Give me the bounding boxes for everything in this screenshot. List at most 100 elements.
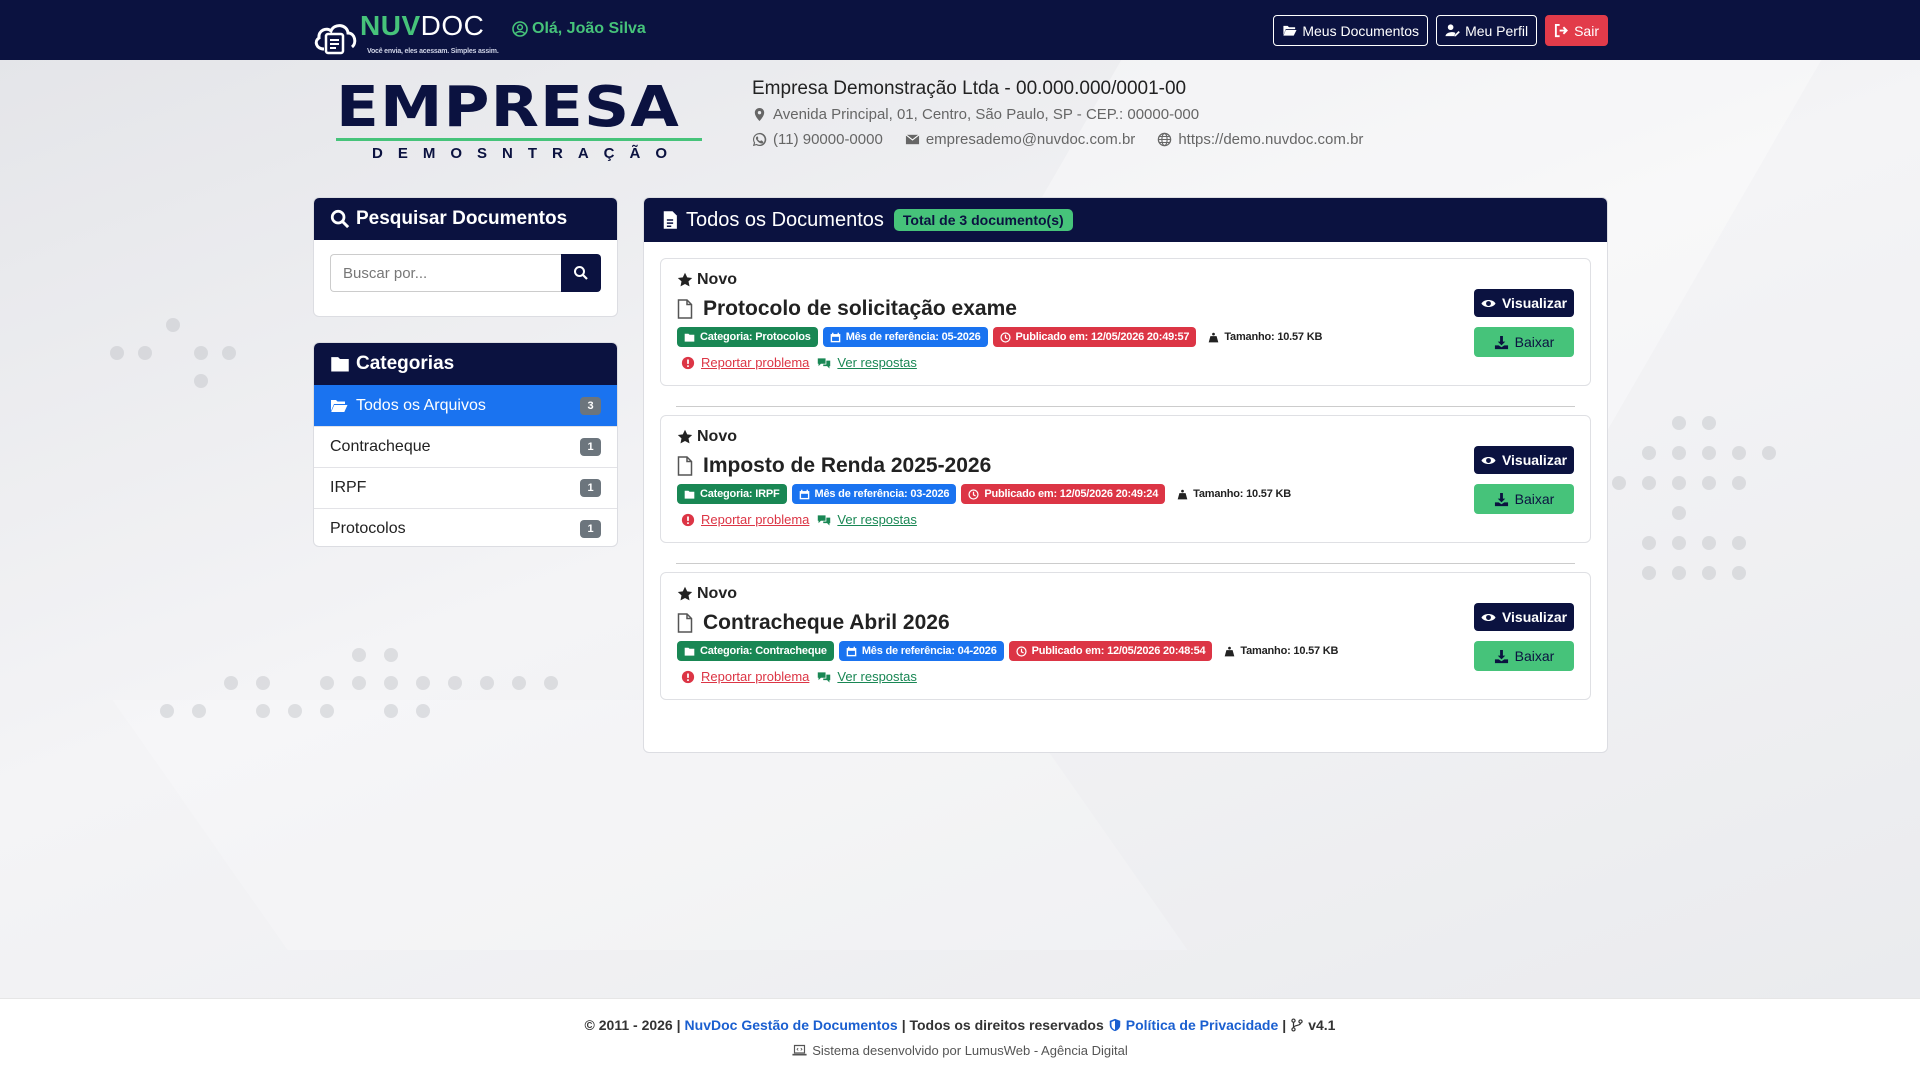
published-date-text: Publicado em: 12/05/2026 20:49:24 — [984, 488, 1159, 500]
download-icon — [1494, 335, 1508, 349]
report-problem-link[interactable]: Reportar problema — [681, 355, 809, 370]
dot-pattern-left — [110, 318, 236, 388]
report-problem-text: Reportar problema — [701, 512, 810, 527]
category-tag: Categoria: IRPF — [677, 484, 787, 504]
search-panel-title: Pesquisar Documentos — [356, 208, 568, 229]
category-item-irpf[interactable]: IRPF 1 — [314, 467, 617, 508]
user-edit-icon — [1445, 24, 1460, 37]
document-links: Reportar problema Ver respostas — [681, 355, 917, 370]
view-responses-link[interactable]: Ver respostas — [817, 669, 917, 684]
download-button-label: Baixar — [1514, 648, 1555, 664]
company-email[interactable]: empresademo@nuvdoc.com.br — [926, 131, 1136, 148]
search-button[interactable] — [561, 254, 601, 292]
exclamation-circle-icon — [681, 356, 695, 369]
comments-icon — [818, 671, 831, 682]
published-date-tag: Publicado em: 12/05/2026 20:48:54 — [1008, 641, 1213, 661]
code-branch-icon — [1291, 1018, 1303, 1032]
download-button-label: Baixar — [1514, 491, 1555, 507]
download-button[interactable]: Baixar — [1474, 327, 1574, 357]
file-size-text: Tamanho: 10.57 KB — [1240, 645, 1339, 657]
category-count: 1 — [580, 438, 601, 456]
document-card: Novo Contracheque Abril 2026 Categoria: … — [660, 572, 1591, 700]
file-size-text: Tamanho: 10.57 KB — [1224, 331, 1323, 343]
folder-open-icon — [331, 399, 348, 412]
report-problem-text: Reportar problema — [701, 355, 810, 370]
footer-copyright: © 2011 - 2026 | — [584, 1017, 681, 1033]
weight-icon — [1209, 332, 1219, 342]
folder-icon — [684, 333, 695, 342]
category-item-contracheque[interactable]: Contracheque 1 — [314, 426, 617, 467]
file-size-tag: Tamanho: 10.57 KB — [1170, 484, 1298, 504]
company-name: Empresa Demonstração Ltda - 00.000.000/0… — [752, 78, 1187, 99]
view-responses-link[interactable]: Ver respostas — [817, 355, 917, 370]
document-tags: Categoria: IRPF Mês de referência: 03-20… — [677, 484, 1298, 504]
my-profile-button[interactable]: Meu Perfil — [1436, 15, 1538, 46]
view-button[interactable]: Visualizar — [1474, 603, 1574, 631]
company-logo-main: EMPRESA — [336, 75, 680, 140]
view-button-label: Visualizar — [1501, 295, 1568, 311]
footer-developer[interactable]: Sistema desenvolvido por LumusWeb - Agên… — [812, 1043, 1128, 1058]
footer-product-link[interactable]: NuvDoc Gestão de Documentos — [685, 1017, 898, 1033]
report-problem-link[interactable]: Reportar problema — [681, 669, 809, 684]
star-icon — [677, 586, 693, 601]
category-count: 3 — [580, 396, 601, 415]
file-icon — [677, 613, 693, 633]
my-documents-button[interactable]: Meus Documentos — [1273, 15, 1429, 46]
clock-icon — [1016, 645, 1027, 657]
company-logo-sub: DEMOSNTRAÇÃO — [372, 145, 682, 162]
reference-month-tag: Mês de referência: 04-2026 — [838, 641, 1004, 661]
eye-icon — [1481, 613, 1496, 621]
categories-panel: Categorias Todos os Arquivos 3 Contrache… — [313, 342, 618, 547]
view-responses-text: Ver respostas — [837, 512, 917, 527]
my-profile-label: Meu Perfil — [1465, 22, 1529, 39]
nuvdoc-logo[interactable]: NUVDOC Você envia, eles acessam. Simples… — [312, 12, 506, 61]
categories-panel-title: Categorias — [356, 353, 455, 374]
document-links: Reportar problema Ver respostas — [681, 512, 917, 527]
search-icon — [574, 266, 588, 280]
calendar-icon — [830, 332, 841, 342]
categories-panel-header: Categorias — [314, 343, 617, 385]
brand-tagline: Você envia, eles acessam. Simples assim. — [367, 47, 499, 55]
logout-button[interactable]: Sair — [1545, 15, 1608, 46]
dot-pattern-bottom — [160, 648, 560, 718]
document-title: Contracheque Abril 2026 — [677, 611, 950, 635]
star-icon — [677, 429, 693, 444]
company-website[interactable]: https://demo.nuvdoc.com.br — [1178, 131, 1363, 148]
user-circle-icon — [512, 21, 528, 37]
category-tag-text: Categoria: IRPF — [700, 488, 780, 500]
file-icon — [677, 456, 693, 476]
reference-month-tag: Mês de referência: 03-2026 — [791, 484, 957, 504]
view-responses-text: Ver respostas — [837, 669, 917, 684]
my-documents-label: Meus Documentos — [1302, 22, 1420, 39]
search-input[interactable] — [330, 254, 562, 292]
reference-month-text: Mês de referência: 05-2026 — [845, 331, 981, 343]
download-button[interactable]: Baixar — [1474, 641, 1574, 671]
folder-icon — [684, 490, 695, 499]
category-count: 1 — [580, 479, 601, 497]
view-button[interactable]: Visualizar — [1474, 289, 1574, 317]
download-button[interactable]: Baixar — [1474, 484, 1574, 514]
exclamation-circle-icon — [681, 513, 695, 526]
document-actions: Visualizar Baixar — [1474, 289, 1574, 357]
document-divider — [676, 563, 1575, 564]
exclamation-circle-icon — [681, 670, 695, 683]
view-button-label: Visualizar — [1501, 609, 1568, 625]
report-problem-link[interactable]: Reportar problema — [681, 512, 809, 527]
category-item-protocolos[interactable]: Protocolos 1 — [314, 508, 617, 546]
documents-panel: Todos os Documentos Total de 3 documento… — [643, 197, 1608, 753]
eye-icon — [1481, 299, 1496, 307]
footer-rights: | Todos os direitos reservados — [901, 1017, 1104, 1033]
category-item-all[interactable]: Todos os Arquivos 3 — [314, 385, 617, 426]
documents-panel-header: Todos os Documentos Total de 3 documento… — [644, 198, 1607, 242]
footer-version: v4.1 — [1308, 1017, 1336, 1033]
footer-privacy-link[interactable]: Política de Privacidade — [1126, 1017, 1279, 1033]
company-phone: (11) 90000-0000 — [773, 131, 883, 148]
folder-open-icon — [1283, 25, 1297, 36]
view-button[interactable]: Visualizar — [1474, 446, 1574, 474]
document-card: Novo Imposto de Renda 2025-2026 Categori… — [660, 415, 1591, 543]
reference-month-text: Mês de referência: 04-2026 — [861, 645, 997, 657]
eye-icon — [1481, 456, 1496, 464]
category-tag: Categoria: Contracheque — [677, 641, 834, 661]
view-responses-link[interactable]: Ver respostas — [817, 512, 917, 527]
file-icon — [677, 299, 693, 319]
